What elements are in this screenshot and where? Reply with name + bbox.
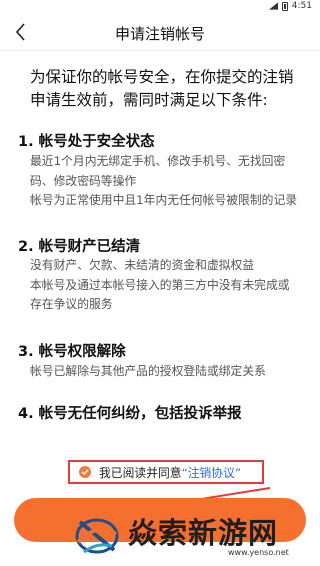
section-line: 码、修改密码等操作	[30, 173, 137, 188]
watermark: 焱索新游网 www.yenso.net	[68, 510, 316, 562]
section-line: 存在争议的服务	[30, 297, 113, 312]
section-line: 没有财产、欠款、未结清的资金和虚拟权益	[30, 258, 255, 272]
page-title: 申请注销帐号	[114, 25, 205, 43]
section-title: 4. 帐号无任何纠纷，包括投诉举报	[18, 406, 242, 422]
header-bar: 申请注销帐号	[0, 14, 320, 51]
signal-icon	[268, 2, 278, 10]
section-title: 3. 帐号权限解除	[18, 344, 126, 360]
section-title: 1. 帐号处于安全状态	[18, 134, 155, 150]
section-body: 最近1个月内无绑定手机、修改手机号、无找回密 码、修改密码等操作 帐号为正常使用…	[30, 152, 306, 211]
watermark-logo-icon	[75, 518, 119, 554]
checkbox-checked-icon[interactable]	[79, 466, 91, 478]
agreement-link[interactable]: “注销协议”	[182, 464, 241, 481]
agreement-checkbox-row[interactable]: 我已阅读并同意 “注销协议”	[68, 460, 264, 484]
status-bar: 4:51	[0, 0, 320, 14]
agreement-text: 我已阅读并同意	[99, 465, 182, 480]
section-line: 帐号已解除与其他产品的授权登陆或绑定关系	[30, 364, 266, 378]
section-body: 没有财产、欠款、未结清的资金和虚拟权益 本帐号及通过本帐号接入的第三方中没有未完…	[30, 256, 306, 315]
intro-text: 为保证你的帐号安全，在你提交的注销申请生效前，需同时满足以下条件:	[30, 68, 294, 109]
section-line: 帐号为正常使用中且1年内无任何帐号被限制的记录	[30, 193, 298, 208]
battery-icon	[281, 1, 288, 11]
status-time: 4:51	[291, 1, 312, 11]
watermark-text: 焱索新游网	[128, 516, 279, 550]
section-title: 2. 帐号财产已结清	[18, 239, 141, 255]
section-line: 最近1个月内无绑定手机、修改手机号、无找回密	[30, 154, 286, 168]
section-body: 帐号已解除与其他产品的授权登陆或绑定关系	[30, 362, 306, 382]
watermark-url: www.yenso.net	[228, 548, 289, 557]
section-line: 本帐号及通过本帐号接入的第三方中没有未完成或	[30, 277, 290, 292]
